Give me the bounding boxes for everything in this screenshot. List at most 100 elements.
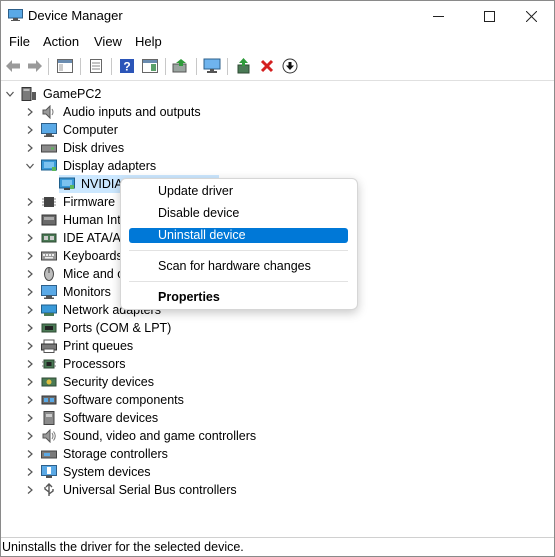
minimize-button[interactable] — [415, 1, 461, 31]
tree-category[interactable]: Software devices — [41, 409, 158, 427]
menu-bar: File Action View Help — [1, 31, 554, 53]
tree-category[interactable]: Disk drives — [41, 139, 124, 157]
category-label: Universal Serial Bus controllers — [63, 483, 237, 497]
tree-category[interactable]: Universal Serial Bus controllers — [41, 481, 237, 499]
uninstall-device-button[interactable] — [258, 57, 276, 75]
chevron-right-icon[interactable] — [25, 373, 35, 391]
tree-category[interactable]: IDE ATA/AT — [41, 229, 128, 247]
device-manager-window: Device Manager File Action View Help ? G… — [0, 0, 555, 557]
uninstall-device-label: Uninstall device — [158, 228, 246, 242]
chevron-right-icon[interactable] — [25, 445, 35, 463]
category-label: Disk drives — [63, 141, 125, 155]
menu-uninstall-device[interactable]: Uninstall device — [129, 228, 348, 243]
chevron-right-icon[interactable] — [25, 355, 35, 373]
tree-category[interactable]: System devices — [41, 463, 151, 481]
chevron-down-icon[interactable] — [5, 85, 15, 103]
chevron-right-icon[interactable] — [25, 283, 35, 301]
update-driver-button[interactable] — [172, 57, 190, 75]
show-hide-tree-button[interactable] — [56, 57, 74, 75]
action-pane-button[interactable] — [141, 57, 159, 75]
chevron-right-icon[interactable] — [25, 301, 35, 319]
monitor-icon — [41, 123, 57, 137]
tree-category[interactable]: Mice and o — [41, 265, 124, 283]
chevron-right-icon[interactable] — [25, 463, 35, 481]
disable-device-icon — [282, 58, 298, 74]
software-device-icon — [43, 411, 55, 425]
network-adapter-icon — [41, 304, 57, 316]
tree-category[interactable]: Keyboards — [41, 247, 123, 265]
menu-scan-hardware[interactable]: Scan for hardware changes — [129, 259, 348, 274]
tree-category[interactable]: Sound, video and game controllers — [41, 427, 256, 445]
scan-hardware-button[interactable] — [203, 57, 221, 75]
chevron-right-icon[interactable] — [25, 139, 35, 157]
category-label: Firmware — [63, 195, 116, 209]
tree-category[interactable]: Audio inputs and outputs — [41, 103, 201, 121]
chevron-right-icon[interactable] — [25, 121, 35, 139]
chevron-right-icon[interactable] — [25, 265, 35, 283]
category-label: Print queues — [63, 339, 134, 353]
chevron-right-icon[interactable] — [25, 337, 35, 355]
chevron-right-icon[interactable] — [25, 427, 35, 445]
disable-device-button[interactable] — [281, 57, 299, 75]
close-button[interactable] — [508, 1, 554, 31]
uninstall-device-icon — [260, 59, 274, 73]
title-bar: Device Manager — [1, 1, 554, 31]
chevron-right-icon[interactable] — [25, 229, 35, 247]
category-label: Mice and o — [63, 267, 125, 281]
help-button[interactable]: ? — [118, 57, 136, 75]
toolbar-separator — [48, 58, 49, 75]
chevron-down-icon[interactable] — [25, 157, 35, 175]
category-label: Monitors — [63, 285, 111, 299]
menu-disable-device[interactable]: Disable device — [129, 206, 348, 221]
tree-category[interactable]: Computer — [41, 121, 118, 139]
menu-separator — [129, 281, 348, 282]
tree-category[interactable]: Print queues — [41, 337, 133, 355]
tree-category[interactable]: Ports (COM & LPT) — [41, 319, 171, 337]
tree-category[interactable]: Software components — [41, 391, 184, 409]
category-label: Computer — [63, 123, 118, 137]
maximize-button[interactable] — [466, 1, 512, 31]
chevron-right-icon[interactable] — [25, 211, 35, 229]
category-label: Processors — [63, 357, 126, 371]
chevron-right-icon[interactable] — [25, 319, 35, 337]
enable-device-button[interactable] — [235, 57, 253, 75]
ide-controller-icon — [41, 233, 57, 243]
context-menu: Update driver Disable device Uninstall d… — [120, 178, 358, 310]
device-manager-app-icon — [8, 9, 23, 21]
back-arrow-icon — [6, 60, 20, 72]
category-label: IDE ATA/AT — [63, 231, 128, 245]
tree-category[interactable]: Security devices — [41, 373, 154, 391]
tree-root[interactable]: GamePC2 — [21, 85, 101, 103]
menu-update-driver[interactable]: Update driver — [129, 184, 348, 199]
device-label: NVIDIA — [81, 177, 123, 191]
tree-category[interactable]: Display adapters — [41, 157, 156, 175]
tree-category[interactable]: Human Int — [41, 211, 121, 229]
menu-properties[interactable]: Properties — [129, 290, 348, 305]
chevron-right-icon[interactable] — [25, 193, 35, 211]
forward-button[interactable] — [26, 57, 44, 75]
scan-hardware-icon — [203, 58, 221, 73]
chevron-right-icon[interactable] — [25, 247, 35, 265]
update-driver-icon — [172, 59, 187, 73]
chevron-right-icon[interactable] — [25, 103, 35, 121]
tree-category[interactable]: Firmware — [41, 193, 115, 211]
menu-action[interactable]: Action — [43, 34, 79, 49]
back-button[interactable] — [4, 57, 22, 75]
chevron-right-icon[interactable] — [25, 409, 35, 427]
storage-controller-icon — [41, 450, 57, 459]
show-hide-console-tree-icon — [57, 59, 73, 73]
status-text: Uninstalls the driver for the selected d… — [2, 540, 244, 554]
menu-file[interactable]: File — [9, 34, 30, 49]
chevron-right-icon[interactable] — [25, 481, 35, 499]
category-label: Audio inputs and outputs — [63, 105, 201, 119]
computer-tower-icon — [21, 87, 36, 101]
tree-category[interactable]: Monitors — [41, 283, 111, 301]
chevron-right-icon[interactable] — [25, 391, 35, 409]
menu-view[interactable]: View — [94, 34, 122, 49]
software-component-icon — [41, 395, 57, 405]
root-label: GamePC2 — [43, 87, 102, 101]
menu-help[interactable]: Help — [135, 34, 162, 49]
properties-button[interactable] — [87, 57, 105, 75]
tree-category[interactable]: Storage controllers — [41, 445, 168, 463]
tree-category[interactable]: Processors — [41, 355, 126, 373]
